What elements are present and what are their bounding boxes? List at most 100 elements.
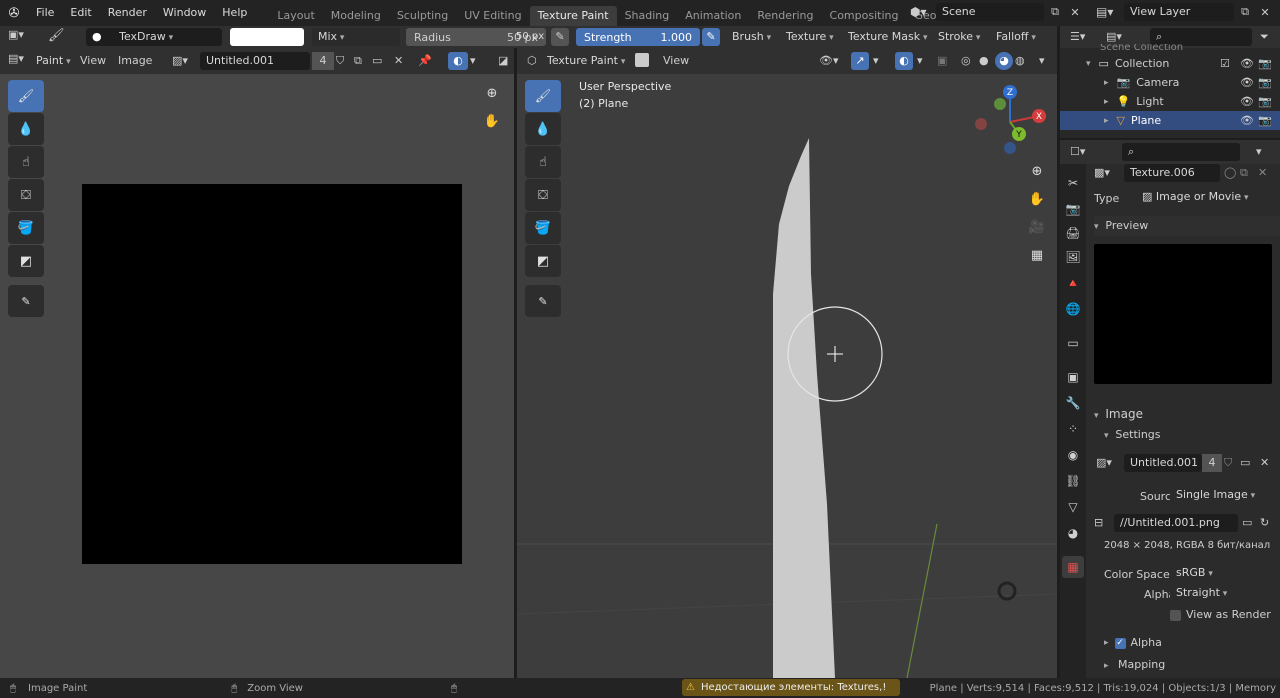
image-props-open-icon[interactable]: ▭ [1240, 454, 1250, 472]
workspace-tab-rendering[interactable]: Rendering [749, 6, 821, 26]
camera-view-icon[interactable]: 🎥 [1025, 216, 1049, 240]
image-props-fake-user-icon[interactable]: ⛉ [1224, 454, 1232, 472]
menu-window[interactable]: Window [155, 0, 214, 26]
clone-stamp-icon[interactable]: ⛋ [525, 179, 561, 211]
overlay-toggle-icon[interactable]: ◐ [448, 52, 468, 70]
properties-search-input[interactable]: ⌕ [1122, 143, 1240, 161]
outliner-row-collection[interactable]: ▾ ▭ Collection ☑ 👁 📷 [1060, 54, 1280, 73]
soften-icon[interactable]: 💧 [8, 113, 44, 145]
ortho-toggle-icon[interactable]: ▦ [1025, 244, 1049, 268]
open-image-icon[interactable]: ▭ [372, 52, 382, 70]
expand-arrow-icon[interactable]: ▸ [1104, 78, 1109, 88]
alpha-checkbox-icon[interactable]: ✓ [1114, 637, 1126, 649]
tool-tab-icon[interactable]: ✂ [1062, 172, 1084, 194]
output-tab-icon[interactable]: 🖨 [1062, 222, 1084, 244]
clone-stamp-icon[interactable]: ⛋ [8, 179, 44, 211]
viewport-type-icon[interactable]: ⬡ [527, 52, 537, 70]
data-tab-icon[interactable]: ▽ [1062, 496, 1084, 518]
mask-icon[interactable]: ◩ [8, 245, 44, 277]
menu-file[interactable]: File [28, 0, 62, 26]
menu-edit[interactable]: Edit [62, 0, 99, 26]
strength-pressure-icon[interactable]: ✎ [702, 28, 720, 46]
source-dropdown[interactable]: Single Image [1170, 486, 1272, 504]
warning-report[interactable]: ⚠ Недостающие элементы: Textures,! [682, 679, 900, 696]
draw-brush-icon[interactable]: 🖌 [525, 80, 561, 112]
shading-solid-icon[interactable]: ● [979, 52, 989, 70]
editor-type-icon[interactable]: ▣▾ [8, 28, 24, 41]
workspace-tab-animation[interactable]: Animation [677, 6, 749, 26]
workspace-tab-texture-paint[interactable]: Texture Paint [529, 6, 617, 26]
annotate-icon[interactable]: ✎ [8, 285, 44, 317]
texture-name-field[interactable]: Texture.006 [1124, 164, 1220, 182]
viewport-zoom-icon[interactable]: ⊕ [1025, 160, 1049, 184]
brush-menu[interactable]: Brush [726, 28, 777, 46]
annotate-icon[interactable]: ✎ [525, 285, 561, 317]
close-scene-icon[interactable]: ✕ [1066, 6, 1084, 19]
strength-slider[interactable]: Strength 1.000 [576, 28, 700, 46]
brush-color-swatch[interactable] [230, 28, 304, 46]
texture-menu[interactable]: Texture [780, 28, 840, 46]
texture-tab-icon[interactable]: ▦ [1062, 556, 1084, 578]
smear-icon[interactable]: ☝ [8, 146, 44, 178]
unlink-image-icon[interactable]: ✕ [394, 52, 403, 70]
filepath-field[interactable]: //Untitled.001.png [1114, 514, 1238, 532]
viewport-view-menu[interactable]: View [663, 52, 689, 70]
mask-icon[interactable]: ◩ [525, 245, 561, 277]
alpha-mode-dropdown[interactable]: Straight [1170, 584, 1272, 602]
color-space-dropdown[interactable]: sRGB [1170, 564, 1272, 582]
image-canvas[interactable] [82, 184, 462, 564]
image-name-props-field[interactable]: Untitled.001 [1124, 454, 1202, 472]
reload-icon[interactable]: ↻ [1260, 514, 1269, 532]
workspace-tab-compositing[interactable]: Compositing [822, 6, 907, 26]
workspace-tab-shading[interactable]: Shading [617, 6, 678, 26]
blender-logo-icon[interactable]: ✇ [0, 6, 28, 21]
shading-wireframe-icon[interactable]: ◎ [961, 52, 971, 70]
radius-pressure-icon[interactable]: ✎ [551, 28, 569, 46]
object-tab-icon[interactable]: ▣ [1062, 366, 1084, 388]
gizmo-dropdown-icon[interactable]: ▾ [873, 52, 879, 70]
viewport-mode-dropdown[interactable]: Texture Paint [541, 52, 631, 70]
scene-selector[interactable]: ⬢▾ Scene ⧉ ✕ [910, 3, 1084, 21]
image-panel-header[interactable]: ▾ Image [1094, 404, 1280, 424]
camera-render-icon[interactable]: 📷 [1258, 57, 1272, 70]
eye-icon[interactable]: 👁 [1240, 57, 1254, 70]
camera-render-icon[interactable]: 📷 [1258, 76, 1272, 89]
pack-icon[interactable]: ⊟ [1094, 514, 1103, 532]
camera-render-icon[interactable]: 📷 [1258, 95, 1272, 108]
draw-brush-icon[interactable]: 🖌 [8, 80, 44, 112]
expand-arrow-icon[interactable]: ▸ [1104, 97, 1109, 107]
eye-icon[interactable]: 👁 [1240, 76, 1254, 89]
outliner-row-light[interactable]: ▸ 💡 Light 👁 📷 [1060, 92, 1280, 111]
close-view-layer-icon[interactable]: ✕ [1256, 6, 1274, 19]
physics-tab-icon[interactable]: ◉ [1062, 444, 1084, 466]
fill-bucket-icon[interactable]: 🪣 [525, 212, 561, 244]
mapping-panel-header[interactable]: ▸ Mapping [1104, 656, 1165, 675]
soften-icon[interactable]: 💧 [525, 113, 561, 145]
image-users-count[interactable]: 4 [312, 52, 334, 70]
shading-rendered-icon[interactable]: ◍ [1015, 52, 1025, 70]
checkbox-icon[interactable]: ☑ [1220, 57, 1230, 70]
image-view-menu[interactable]: View [80, 52, 106, 70]
viewport-pan-icon[interactable]: ✋ [1025, 188, 1049, 212]
material-tab-icon[interactable]: ◕ [1062, 522, 1084, 544]
blend-mode-dropdown[interactable]: Mix [312, 28, 400, 46]
properties-options-icon[interactable]: ▾ [1256, 143, 1262, 161]
fake-user-icon[interactable]: ⛉ [336, 52, 344, 70]
overlay-dropdown-icon[interactable]: ▾ [470, 52, 476, 70]
scene-name[interactable]: Scene [936, 3, 1044, 21]
outliner-filter-funnel-icon[interactable]: ⏷ [1260, 28, 1269, 46]
menu-help[interactable]: Help [214, 0, 255, 26]
constraints-tab-icon[interactable]: ⛓ [1062, 470, 1084, 492]
fill-bucket-icon[interactable]: 🪣 [8, 212, 44, 244]
collapse-arrow-icon[interactable]: ▸ [1104, 634, 1109, 652]
menu-render[interactable]: Render [100, 0, 155, 26]
preview-panel-header[interactable]: ▾ Preview [1094, 216, 1280, 236]
stroke-menu[interactable]: Stroke [932, 28, 986, 46]
navigation-gizmo[interactable]: Z X Y [971, 82, 1049, 160]
outliner[interactable]: ☰▾ ▤▾ ⌕ ⏷ Scene Collection ▾ ▭ Collectio… [1060, 26, 1280, 138]
workspace-tab-uv-editing[interactable]: UV Editing [456, 6, 529, 26]
outliner-scene-collection[interactable]: Scene Collection [1100, 44, 1183, 52]
texture-new-icon[interactable]: ⧉ [1240, 164, 1248, 182]
falloff-menu[interactable]: Falloff [990, 28, 1042, 46]
properties-type-icon[interactable]: ☐▾ [1070, 143, 1085, 161]
